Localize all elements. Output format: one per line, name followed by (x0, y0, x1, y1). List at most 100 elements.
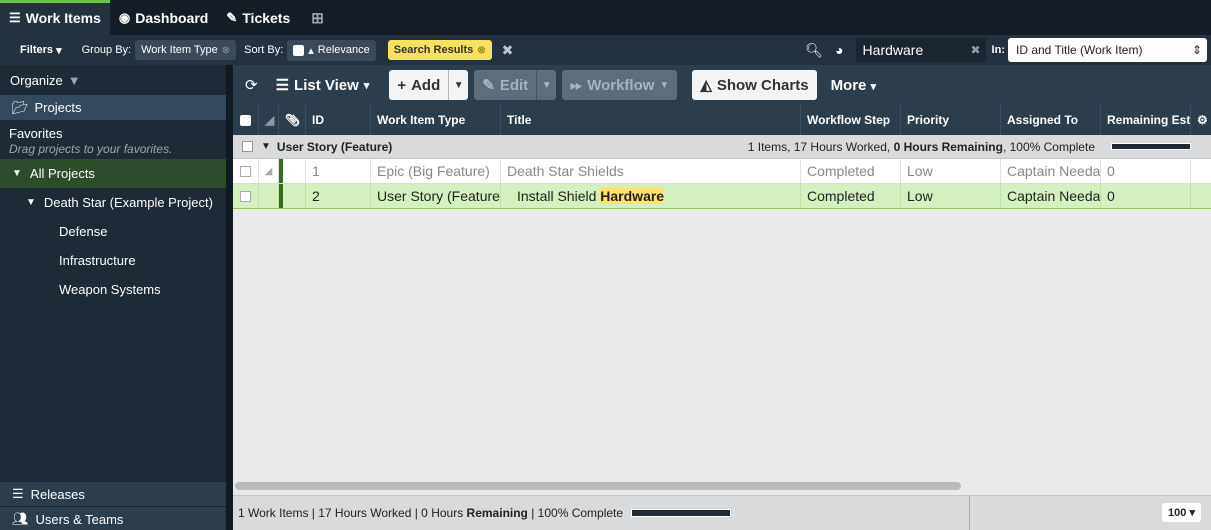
tab-dashboard[interactable]: ◉ Dashboard (110, 0, 217, 35)
top-tab-bar: ☰ Work Items ◉ Dashboard ✎ Tickets ⊞ (0, 0, 1211, 35)
page-size-select[interactable]: 100 ▾ (1162, 503, 1201, 522)
remove-icon[interactable]: ⊗ (477, 45, 485, 56)
sort-checkbox[interactable] (293, 44, 305, 56)
tab-tickets[interactable]: ✎ Tickets (217, 0, 299, 35)
caret-down-icon[interactable]: ▼ (12, 168, 22, 179)
more-label: More (830, 76, 867, 94)
add-button[interactable]: + Add ▼ (389, 70, 469, 100)
search-results-pill[interactable]: Search Results ⊗ (387, 40, 492, 60)
row-title[interactable]: Install Shield Hardware (501, 184, 801, 208)
filters-dropdown[interactable]: Filters ▾ (20, 44, 62, 57)
search-scope-select[interactable]: ID and Title (Work Item) ⇕ (1008, 38, 1207, 62)
paperclip-icon[interactable]: 📎︎ (279, 105, 306, 135)
row-spacer (259, 184, 279, 208)
caret-down-icon[interactable]: ▼ (261, 141, 271, 152)
sidebar-item-label: Weapon Systems (59, 282, 161, 297)
sort-icon[interactable]: ◢ (259, 105, 279, 135)
workflow-button[interactable]: ⏩︎ Workflow ▼ (562, 70, 678, 100)
select-all-checkbox-cell[interactable] (233, 105, 259, 135)
remove-icon[interactable]: ⊗ (222, 45, 230, 56)
edit-button[interactable]: ✎ Edit ▼ (474, 70, 557, 100)
caret-down-icon[interactable]: ▼ (26, 197, 36, 208)
main-panel: ⟳ ☰ List View ▾ + Add ▼ ✎ Edit ▼ ⏩︎ Work… (233, 65, 1211, 530)
refresh-icon[interactable]: ⟳ (245, 76, 258, 94)
select-all-checkbox[interactable] (240, 114, 251, 126)
col-assigned-to[interactable]: Assigned To (1001, 105, 1101, 135)
edit-main[interactable]: ✎ Edit (474, 70, 536, 100)
tab-work-items[interactable]: ☰ Work Items (0, 0, 110, 35)
add-label: Add (411, 76, 441, 94)
row-step: Completed (801, 159, 901, 183)
row-color-cell (279, 184, 306, 208)
col-priority[interactable]: Priority (901, 105, 1001, 135)
page-size-value: 100 (1168, 507, 1187, 519)
sort-by-label: Sort By: (244, 44, 284, 56)
table-row-selected[interactable]: 2 User Story (Feature) Install Shield Ha… (233, 184, 1211, 209)
group-summary-suffix: , 100% Complete (1002, 139, 1095, 154)
table-row[interactable]: ◢ 1 Epic (Big Feature) Death Star Shield… (233, 159, 1211, 184)
sidebar-item-label: Death Star (Example Project) (43, 195, 213, 210)
group-row[interactable]: ▼ User Story (Feature) 1 Items, 17 Hours… (233, 135, 1211, 159)
sidebar-item-label: Releases (30, 486, 85, 502)
sidebar-resize-handle[interactable] (226, 65, 233, 530)
organize-header[interactable]: Organize ▼ (0, 65, 226, 95)
sidebar-item-releases[interactable]: ☰ Releases (0, 481, 226, 506)
group-progress-bar (1111, 143, 1191, 150)
favorites-hint: Drag projects to your favorites. (9, 142, 173, 156)
toolbar: ⟳ ☰ List View ▾ + Add ▼ ✎ Edit ▼ ⏩︎ Work… (233, 65, 1211, 105)
edit-label: Edit (499, 76, 529, 94)
col-id[interactable]: ID (306, 105, 371, 135)
col-workflow-step[interactable]: Workflow Step (801, 105, 901, 135)
list-view-dropdown[interactable]: ☰ List View ▾ (276, 76, 370, 95)
sidebar-item-death-star[interactable]: ▼ Death Star (Example Project) (0, 188, 226, 217)
select-arrows-icon: ⇕ (1191, 43, 1202, 57)
filter-icon[interactable]: ▼ (68, 73, 81, 88)
tag-icon: ✎ (226, 9, 238, 25)
col-remaining-estimate[interactable]: Remaining Esti (1101, 105, 1191, 135)
row-title-text: Death Star Shields (507, 163, 624, 179)
sidebar-item-defense[interactable]: Defense (0, 217, 226, 246)
horizontal-scrollbar[interactable] (235, 482, 961, 490)
col-work-item-type[interactable]: Work Item Type (371, 105, 501, 135)
row-checkbox-cell[interactable] (233, 159, 259, 183)
list-view-label: List View (294, 76, 359, 94)
row-color-marker (279, 184, 283, 208)
group-summary: 1 Items, 17 Hours Worked, 0 Hours Remain… (748, 140, 1095, 154)
more-dropdown[interactable]: More ▾ (831, 77, 877, 94)
row-title-text: Install Shield (517, 188, 601, 204)
globe-icon[interactable]: ◕ (835, 42, 843, 58)
workflow-main[interactable]: ⏩︎ Workflow ▼ (562, 70, 677, 100)
search-icon[interactable]: 🔍︎ (805, 42, 823, 59)
caret-down-icon: ▾ (870, 80, 877, 93)
sort-by-pill[interactable]: ▴ Relevance (287, 39, 376, 61)
show-charts-button[interactable]: ◭ Show Charts (692, 70, 817, 100)
organize-label: Organize (10, 72, 63, 88)
add-main[interactable]: + Add (389, 70, 448, 100)
caret-down-icon: ▼ (541, 79, 552, 91)
group-by-pill[interactable]: Work Item Type ⊗ (135, 40, 237, 60)
add-dropdown-toggle[interactable]: ▼ (448, 70, 468, 100)
group-checkbox[interactable] (242, 141, 253, 152)
gear-icon[interactable]: ⚙ (1191, 105, 1211, 135)
row-checkbox[interactable] (240, 165, 251, 177)
search-input[interactable]: Hardware ✖ (855, 38, 986, 62)
expand-icon[interactable]: ◢ (259, 159, 279, 183)
show-charts-main[interactable]: ◭ Show Charts (692, 70, 816, 100)
row-checkbox[interactable] (240, 190, 251, 202)
sort-by-value: Relevance (317, 44, 370, 56)
row-title[interactable]: Death Star Shields (501, 159, 801, 183)
sidebar-item-users-teams[interactable]: 👥︎ Users & Teams (0, 506, 226, 530)
projects-header[interactable]: 📂︎ Projects (0, 95, 226, 120)
sidebar-item-infrastructure[interactable]: Infrastructure (0, 246, 226, 275)
sidebar-item-all-projects[interactable]: ▼ All Projects (0, 159, 226, 188)
sidebar-item-weapon-systems[interactable]: Weapon Systems (0, 275, 226, 304)
group-summary-bold: 0 Hours Remaining (893, 139, 1003, 154)
row-remaining: 0 (1101, 184, 1191, 208)
add-tab-button[interactable]: ⊞ (299, 0, 336, 35)
clear-search-icon[interactable]: ✖ (502, 42, 514, 59)
col-title[interactable]: Title (501, 105, 801, 135)
row-checkbox-cell[interactable] (233, 184, 259, 208)
edit-dropdown-toggle[interactable]: ▼ (536, 70, 556, 100)
clear-input-icon[interactable]: ✖ (970, 43, 980, 57)
caret-down-icon: ▾ (53, 44, 62, 57)
